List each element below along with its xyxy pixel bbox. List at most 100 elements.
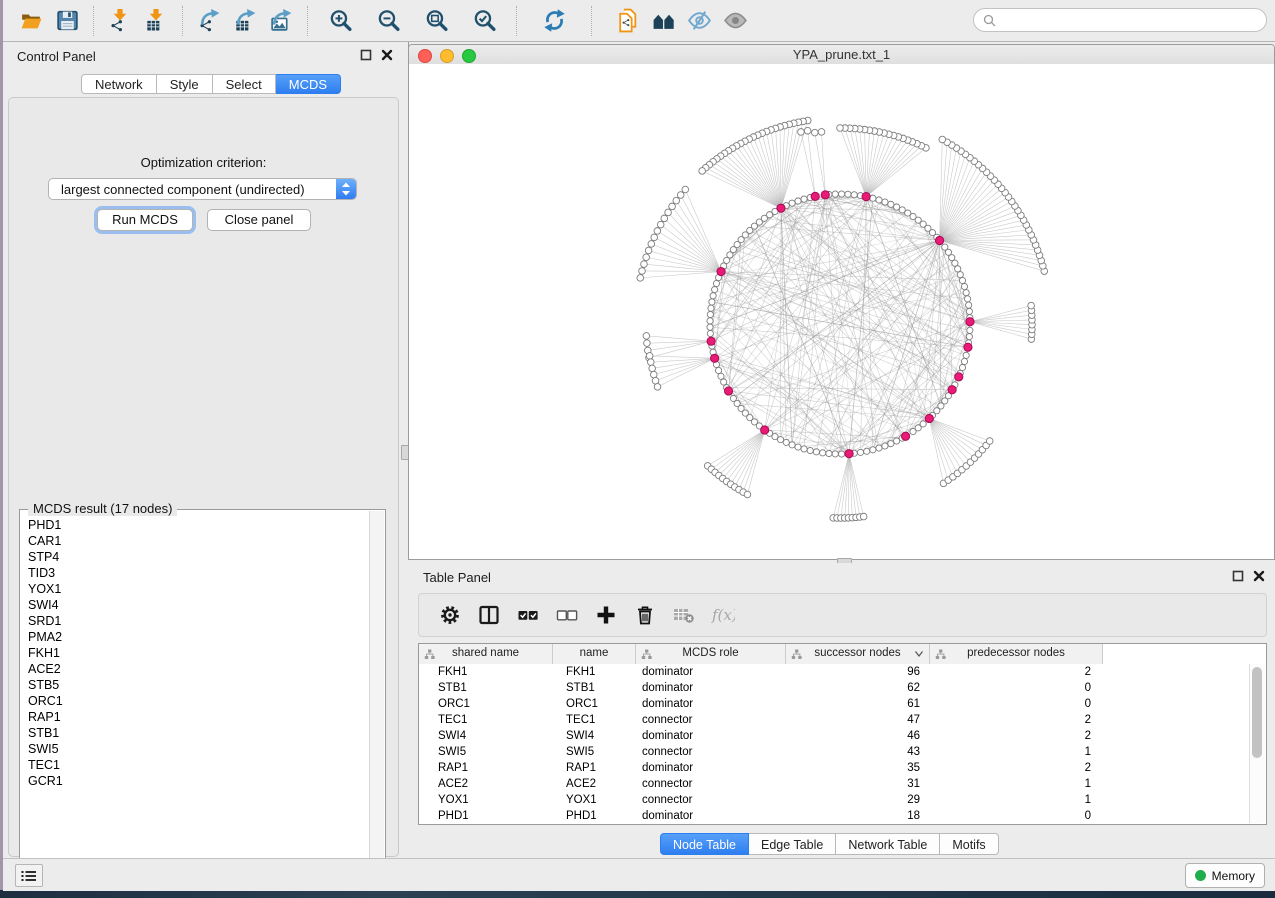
tab-mcds[interactable]: MCDS	[276, 74, 341, 94]
tab-node-table[interactable]: Node Table	[660, 833, 749, 855]
optimization-criterion-select[interactable]: largest connected component (undirected)	[48, 178, 357, 200]
network-node[interactable]	[643, 333, 650, 340]
mcds-result-item[interactable]: SWI5	[21, 741, 369, 757]
zoom-in-button[interactable]	[325, 4, 355, 38]
network-edge[interactable]	[970, 322, 1032, 330]
memory-button[interactable]: Memory	[1185, 863, 1265, 888]
network-edge[interactable]	[656, 358, 715, 380]
network-node[interactable]	[789, 200, 795, 206]
mcds-result-item[interactable]: PMA2	[21, 629, 369, 645]
export-network-button[interactable]	[194, 4, 224, 38]
network-edge[interactable]	[929, 418, 943, 483]
mcds-hub-node[interactable]	[707, 337, 715, 345]
network-node[interactable]	[661, 215, 668, 222]
table-row[interactable]: ACE2ACE2connector311	[419, 776, 1252, 792]
network-edge[interactable]	[709, 165, 781, 208]
network-edge[interactable]	[719, 430, 765, 476]
network-edge[interactable]	[840, 128, 866, 197]
select-all-button[interactable]	[511, 598, 545, 632]
network-node[interactable]	[838, 451, 844, 457]
network-node[interactable]	[707, 330, 713, 336]
zoom-out-button[interactable]	[373, 4, 403, 38]
mcds-hub-node[interactable]	[777, 204, 785, 212]
mcds-hub-node[interactable]	[717, 267, 725, 275]
network-node[interactable]	[870, 195, 876, 201]
network-edge[interactable]	[786, 240, 939, 442]
network-node[interactable]	[801, 446, 807, 452]
mcds-hub-node[interactable]	[862, 193, 870, 201]
network-edge[interactable]	[849, 454, 864, 517]
network-node[interactable]	[826, 450, 832, 456]
network-edge[interactable]	[929, 418, 974, 458]
column-visibility-button[interactable]	[472, 598, 506, 632]
network-edge[interactable]	[801, 132, 815, 196]
network-node[interactable]	[876, 445, 882, 451]
network-node[interactable]	[682, 186, 689, 193]
network-graph[interactable]	[409, 64, 1274, 559]
table-row[interactable]: TEC1TEC1connector472	[419, 712, 1252, 728]
network-edge[interactable]	[706, 168, 781, 208]
column-header-name[interactable]: name	[553, 644, 636, 664]
network-canvas[interactable]	[409, 64, 1274, 559]
column-header-shared-name[interactable]: shared name	[419, 644, 553, 664]
save-session-button[interactable]	[52, 4, 82, 38]
tab-edge-table[interactable]: Edge Table	[749, 833, 836, 855]
export-image-button[interactable]	[266, 4, 296, 38]
network-node[interactable]	[644, 340, 651, 347]
network-node[interactable]	[1028, 302, 1035, 309]
network-node[interactable]	[820, 450, 826, 456]
network-node[interactable]	[777, 437, 783, 443]
network-node[interactable]	[882, 199, 888, 205]
network-node[interactable]	[967, 327, 973, 333]
delete-row-button[interactable]	[628, 598, 662, 632]
mcds-result-item[interactable]: FKH1	[21, 645, 369, 661]
mcds-list-scrollbar[interactable]	[369, 511, 384, 880]
export-table-button[interactable]	[230, 4, 260, 38]
network-overview-button[interactable]	[648, 4, 678, 38]
mcds-hub-node[interactable]	[948, 386, 956, 394]
table-row[interactable]: STB1STB1dominator620	[419, 680, 1252, 696]
column-header-successor-nodes[interactable]: successor nodes	[786, 644, 930, 664]
open-file-button[interactable]	[16, 4, 46, 38]
network-node[interactable]	[955, 266, 961, 272]
network-node[interactable]	[963, 352, 969, 358]
network-edge[interactable]	[654, 237, 721, 271]
network-node[interactable]	[654, 228, 661, 235]
network-node[interactable]	[645, 247, 652, 254]
network-node[interactable]	[709, 299, 715, 305]
network-node[interactable]	[961, 283, 967, 289]
network-edge[interactable]	[940, 180, 995, 240]
network-node[interactable]	[652, 377, 659, 384]
network-node[interactable]	[657, 221, 664, 228]
mcds-result-item[interactable]: YOX1	[21, 581, 369, 597]
table-row[interactable]: RAP1RAP1dominator352	[419, 760, 1252, 776]
network-node[interactable]	[707, 324, 713, 330]
network-node[interactable]	[882, 443, 888, 449]
network-node[interactable]	[712, 286, 718, 292]
table-row[interactable]: FKH1FKH1dominator962	[419, 664, 1252, 680]
network-edge[interactable]	[808, 131, 816, 197]
search-box[interactable]	[973, 8, 1267, 32]
close-panel-icon[interactable]	[381, 49, 393, 61]
network-node[interactable]	[942, 244, 948, 250]
network-node[interactable]	[744, 491, 751, 498]
new-network-from-selection-button[interactable]	[612, 4, 642, 38]
network-edge[interactable]	[650, 356, 715, 358]
apply-layout-button[interactable]	[539, 4, 569, 38]
network-edge[interactable]	[850, 128, 866, 196]
network-node[interactable]	[870, 447, 876, 453]
mcds-result-item[interactable]: STB5	[21, 677, 369, 693]
network-node[interactable]	[648, 359, 655, 366]
network-node[interactable]	[649, 365, 656, 372]
run-mcds-button[interactable]: Run MCDS	[97, 209, 193, 231]
deselect-all-button[interactable]	[550, 598, 584, 632]
network-edge[interactable]	[940, 206, 1015, 240]
network-node[interactable]	[939, 136, 946, 143]
mcds-result-item[interactable]: ACE2	[21, 661, 369, 677]
network-node[interactable]	[718, 373, 724, 379]
network-edge[interactable]	[837, 454, 849, 518]
network-node[interactable]	[707, 311, 713, 317]
import-table-button[interactable]	[141, 4, 171, 38]
network-node[interactable]	[966, 302, 972, 308]
network-node[interactable]	[665, 209, 672, 216]
